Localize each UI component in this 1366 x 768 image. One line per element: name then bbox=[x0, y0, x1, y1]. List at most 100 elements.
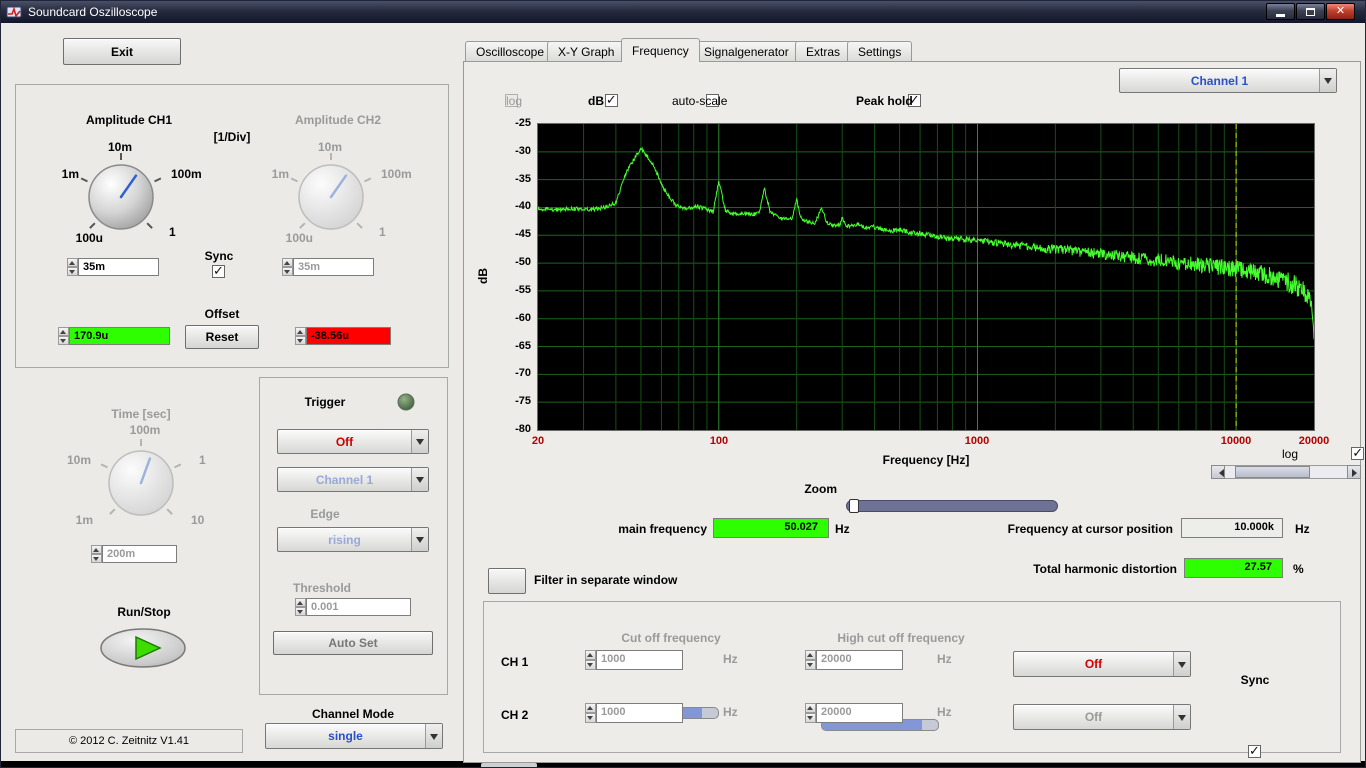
run-stop-button[interactable] bbox=[99, 627, 187, 669]
close-icon: ✕ bbox=[1335, 5, 1346, 17]
autoscale-checkbox-label: auto-scale bbox=[672, 94, 728, 108]
cursor-frequency-label: Frequency at cursor position bbox=[1007, 522, 1173, 536]
ch1-cutoff-spinner[interactable] bbox=[585, 650, 596, 670]
ch2-cutoff-spinner[interactable] bbox=[585, 703, 596, 723]
copyright-box: © 2012 C. Zeitnitz V1.41 bbox=[15, 729, 243, 753]
amplitude-ch1-spinner[interactable] bbox=[67, 258, 78, 276]
filter-ch1-label: CH 1 bbox=[501, 655, 529, 669]
ch2-cutoff-control[interactable]: 1000 bbox=[585, 703, 683, 723]
close-button[interactable]: ✕ bbox=[1326, 3, 1355, 20]
amplitude-ch1-value[interactable]: 35m bbox=[78, 258, 159, 276]
sync-checkbox[interactable] bbox=[212, 263, 225, 279]
trigger-edge-dropdown[interactable]: rising bbox=[277, 527, 429, 552]
tab-xy-graph[interactable]: X-Y Graph bbox=[547, 41, 626, 62]
ch2-high-cutoff-value[interactable]: 20000 bbox=[816, 703, 903, 723]
time-label-1: 1 bbox=[199, 453, 206, 467]
tab-settings[interactable]: Settings bbox=[847, 41, 913, 62]
ch1-cutoff-value[interactable]: 1000 bbox=[596, 650, 683, 670]
time-value[interactable]: 200m bbox=[102, 545, 177, 563]
threshold-value[interactable]: 0.001 bbox=[306, 598, 411, 616]
time-label-10m: 10m bbox=[66, 453, 91, 467]
db-checkbox[interactable] bbox=[604, 92, 618, 108]
tab-extras[interactable]: Extras bbox=[795, 41, 852, 62]
log-axis-checkbox[interactable] bbox=[1351, 445, 1365, 461]
exit-button[interactable]: Exit bbox=[63, 38, 181, 65]
app-icon bbox=[6, 6, 22, 18]
ch2-cutoff-value[interactable]: 1000 bbox=[596, 703, 683, 723]
chevron-down-icon[interactable] bbox=[1173, 652, 1190, 676]
amplitude-ch1-knob[interactable] bbox=[75, 151, 167, 243]
chevron-down-icon[interactable] bbox=[411, 430, 428, 453]
offset-ch2-indicator: -38.56u bbox=[295, 327, 391, 345]
offset-ch1-spinner[interactable] bbox=[58, 327, 69, 345]
offset-ch2-spinner[interactable] bbox=[295, 327, 306, 345]
filter-window-button[interactable] bbox=[488, 568, 526, 594]
amplitude-ch2-knob[interactable] bbox=[285, 151, 377, 243]
ch1-cutoff-control[interactable]: 1000 bbox=[585, 650, 683, 670]
offset-label: Offset bbox=[204, 307, 240, 321]
auto-set-button[interactable]: Auto Set bbox=[273, 631, 433, 655]
maximize-icon bbox=[1306, 7, 1315, 16]
ch1-filter-mode-dropdown[interactable]: Off bbox=[1013, 651, 1191, 677]
channel-mode-dropdown[interactable]: single bbox=[265, 723, 443, 749]
ch1-high-cutoff-spinner[interactable] bbox=[805, 650, 816, 670]
tab-signalgenerator[interactable]: Signalgenerator bbox=[693, 41, 800, 62]
ch2-filter-mode-dropdown[interactable]: Off bbox=[1013, 704, 1191, 730]
main-frequency-label: main frequency bbox=[618, 522, 707, 536]
log-checkbox-label: log bbox=[506, 94, 523, 108]
scroll-right-icon[interactable] bbox=[1347, 465, 1361, 479]
copyright-text: © 2012 C. Zeitnitz V1.41 bbox=[68, 735, 189, 747]
log-axis-label: log bbox=[1282, 447, 1299, 461]
scroll-left-icon[interactable] bbox=[1211, 465, 1225, 479]
thd-unit: % bbox=[1293, 562, 1304, 576]
chevron-down-icon[interactable] bbox=[1319, 69, 1336, 92]
amplitude-ch1-control[interactable]: 35m bbox=[67, 258, 159, 276]
knob2-label-1: 1 bbox=[379, 225, 386, 239]
time-spinner[interactable] bbox=[91, 545, 102, 563]
trigger-mode-dropdown[interactable]: Off bbox=[277, 429, 429, 454]
chevron-down-icon[interactable] bbox=[425, 724, 442, 748]
channel-selector-dropdown[interactable]: Channel 1 bbox=[1119, 68, 1337, 93]
window-title: Soundcard Oszilloscope bbox=[28, 5, 158, 19]
chevron-down-icon[interactable] bbox=[411, 468, 428, 491]
run-stop-label: Run/Stop bbox=[117, 605, 171, 619]
ch1-filter-mode-value: Off bbox=[1084, 657, 1103, 671]
minimize-button[interactable] bbox=[1266, 3, 1295, 20]
amplitude-ch2-spinner[interactable] bbox=[282, 258, 293, 276]
app-window: Soundcard Oszilloscope ✕ Exit Amplitude … bbox=[0, 0, 1366, 768]
threshold-spinner[interactable] bbox=[295, 598, 306, 616]
tab-oscilloscope[interactable]: Oscilloscope bbox=[465, 41, 556, 62]
trigger-channel-dropdown[interactable]: Channel 1 bbox=[277, 467, 429, 492]
plot-hscrollbar[interactable] bbox=[1211, 465, 1361, 479]
ch2-high-cutoff-spinner[interactable] bbox=[805, 703, 816, 723]
knob1-label-100m: 100m bbox=[171, 167, 202, 181]
taskbar-peek[interactable] bbox=[481, 763, 537, 767]
trigger-mode-value: Off bbox=[335, 434, 354, 449]
amplitude-ch2-control[interactable]: 35m bbox=[282, 258, 374, 276]
time-knob[interactable] bbox=[95, 437, 187, 529]
time-control[interactable]: 200m bbox=[91, 545, 177, 563]
channel-mode-value: single bbox=[328, 729, 363, 743]
chevron-down-icon[interactable] bbox=[411, 528, 428, 551]
zoom-slider-thumb[interactable] bbox=[849, 499, 859, 513]
maximize-button[interactable] bbox=[1296, 3, 1325, 20]
trigger-led bbox=[397, 393, 415, 416]
ch1-high-cutoff-control[interactable]: 20000 bbox=[805, 650, 903, 670]
ch2-high-cutoff-control[interactable]: 20000 bbox=[805, 703, 903, 723]
offset-ch2-value: -38.56u bbox=[306, 327, 391, 345]
ch2-high-cutoff-unit: Hz bbox=[937, 705, 952, 719]
zoom-slider[interactable] bbox=[846, 499, 1058, 513]
cursor-frequency-unit: Hz bbox=[1295, 522, 1310, 536]
scrollbar-thumb[interactable] bbox=[1234, 466, 1311, 478]
spectrum-plot[interactable] bbox=[537, 123, 1315, 431]
offset-reset-button[interactable]: Reset bbox=[185, 325, 259, 349]
threshold-control[interactable]: 0.001 bbox=[295, 598, 411, 616]
chevron-down-icon[interactable] bbox=[1173, 705, 1190, 729]
scrollbar-track[interactable] bbox=[1225, 465, 1347, 479]
ch1-high-cutoff-value[interactable]: 20000 bbox=[816, 650, 903, 670]
amplitude-ch2-value[interactable]: 35m bbox=[293, 258, 374, 276]
offset-ch1-value: 170.9u bbox=[69, 327, 170, 345]
filter-sync-checkbox[interactable] bbox=[1248, 743, 1261, 759]
high-cutoff-header: High cut off frequency bbox=[837, 631, 965, 645]
tab-frequency[interactable]: Frequency bbox=[621, 38, 700, 62]
